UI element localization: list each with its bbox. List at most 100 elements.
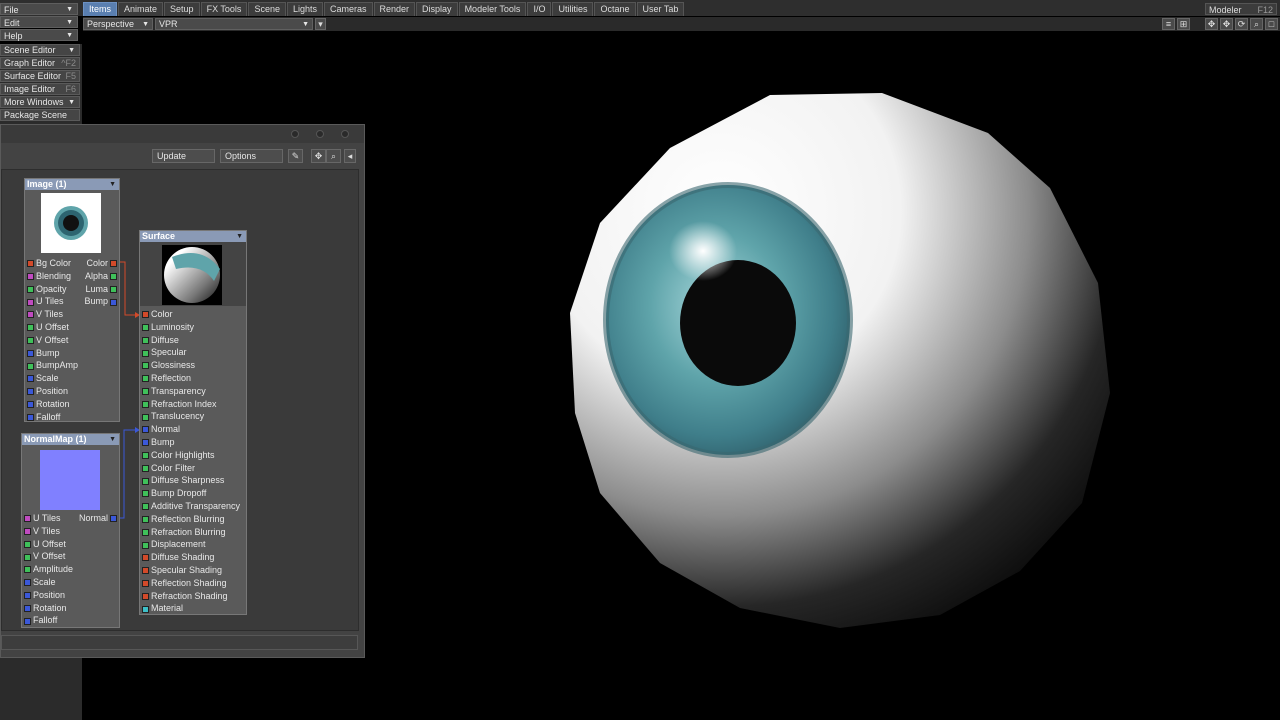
port-connector[interactable] bbox=[27, 324, 34, 332]
port-bump[interactable]: Bump bbox=[25, 347, 60, 359]
move-icon[interactable]: ✥ bbox=[1205, 18, 1218, 30]
port-connector[interactable] bbox=[110, 285, 117, 293]
port-connector[interactable] bbox=[110, 260, 117, 268]
port-connector[interactable] bbox=[27, 285, 34, 293]
port-u-offset[interactable]: U Offset bbox=[22, 538, 66, 550]
port-connector[interactable] bbox=[27, 349, 34, 357]
left-menu-package-scene[interactable]: Package Scene bbox=[0, 109, 80, 121]
port-connector[interactable] bbox=[27, 311, 34, 319]
port-connector[interactable] bbox=[110, 515, 117, 523]
port-specular[interactable]: Specular bbox=[140, 346, 187, 358]
port-u-tiles[interactable]: U Tiles bbox=[22, 512, 61, 524]
port-color[interactable]: Color bbox=[86, 257, 119, 269]
port-connector[interactable] bbox=[142, 336, 149, 344]
tab-cameras[interactable]: Cameras bbox=[324, 2, 373, 16]
zoom-icon[interactable]: ⌕ bbox=[1250, 18, 1263, 30]
port-rotation[interactable]: Rotation bbox=[25, 398, 70, 410]
port-connector[interactable] bbox=[27, 260, 34, 268]
port-u-offset[interactable]: U Offset bbox=[25, 321, 69, 333]
port-connector[interactable] bbox=[110, 298, 117, 306]
port-diffuse-shading[interactable]: Diffuse Shading bbox=[140, 551, 214, 563]
port-connector[interactable] bbox=[24, 604, 31, 612]
left-menu-surface-editor[interactable]: Surface Editor F5 bbox=[0, 70, 80, 82]
port-connector[interactable] bbox=[142, 605, 149, 613]
port-connector[interactable] bbox=[142, 400, 149, 408]
port-connector[interactable] bbox=[142, 349, 149, 357]
image-node[interactable]: Image (1) ▼ Bg Color Blending Opacity U Tile… bbox=[24, 178, 120, 422]
tab-octane[interactable]: Octane bbox=[594, 2, 636, 16]
port-connector[interactable] bbox=[142, 413, 149, 421]
tab-display[interactable]: Display bbox=[416, 2, 458, 16]
left-menu-scene-editor[interactable]: Scene Editor ▼ bbox=[0, 44, 80, 56]
port-connector[interactable] bbox=[27, 400, 34, 408]
port-connector[interactable] bbox=[142, 490, 149, 498]
port-refraction-blurring[interactable]: Refraction Blurring bbox=[140, 526, 226, 538]
update-button[interactable]: Update bbox=[152, 149, 215, 163]
port-connector[interactable] bbox=[142, 323, 149, 331]
port-position[interactable]: Position bbox=[25, 385, 68, 397]
tab-lights[interactable]: Lights bbox=[286, 2, 323, 16]
surface-node[interactable]: Surface ▼ Color Luminosity Diffuse Specu… bbox=[139, 230, 247, 615]
close-button[interactable] bbox=[341, 130, 349, 138]
port-reflection-shading[interactable]: Reflection Shading bbox=[140, 577, 227, 589]
port-color[interactable]: Color bbox=[140, 308, 173, 320]
port-connector[interactable] bbox=[142, 592, 149, 600]
port-connector[interactable] bbox=[142, 477, 149, 485]
surface-node-header[interactable]: Surface ▼ bbox=[140, 231, 246, 242]
render-mode-select[interactable]: VPR ▼ bbox=[155, 18, 313, 30]
edit-pen-icon[interactable]: ✎ bbox=[288, 149, 303, 163]
port-connector[interactable] bbox=[24, 515, 31, 523]
minimize-button[interactable] bbox=[291, 130, 299, 138]
tab-utilities[interactable]: Utilities bbox=[552, 2, 594, 16]
port-connector[interactable] bbox=[24, 617, 31, 625]
normalmap-node-header[interactable]: NormalMap (1) ▼ bbox=[22, 434, 119, 445]
port-connector[interactable] bbox=[27, 388, 34, 396]
move-alt-icon[interactable]: ✥ bbox=[1220, 18, 1233, 30]
port-reflection[interactable]: Reflection bbox=[140, 372, 191, 384]
port-normal[interactable]: Normal bbox=[79, 512, 119, 524]
port-color-filter[interactable]: Color Filter bbox=[140, 462, 195, 474]
tab-items[interactable]: Items bbox=[83, 2, 118, 16]
node-editor-titlebar[interactable] bbox=[1, 125, 364, 143]
port-falloff[interactable]: Falloff bbox=[22, 614, 57, 626]
port-connector[interactable] bbox=[24, 579, 31, 587]
left-menu-image-editor[interactable]: Image Editor F6 bbox=[0, 83, 80, 95]
move-icon[interactable]: ✥ bbox=[311, 149, 326, 163]
port-alpha[interactable]: Alpha bbox=[85, 270, 119, 282]
port-v-offset[interactable]: V Offset bbox=[22, 550, 65, 562]
maximize-button[interactable] bbox=[316, 130, 324, 138]
port-displacement[interactable]: Displacement bbox=[140, 538, 206, 550]
port-connector[interactable] bbox=[142, 579, 149, 587]
port-connector[interactable] bbox=[27, 336, 34, 344]
port-connector[interactable] bbox=[27, 362, 34, 370]
tab-scene[interactable]: Scene bbox=[248, 2, 286, 16]
port-color-highlights[interactable]: Color Highlights bbox=[140, 449, 215, 461]
port-luma[interactable]: Luma bbox=[85, 283, 119, 295]
port-connector[interactable] bbox=[24, 591, 31, 599]
port-bumpamp[interactable]: BumpAmp bbox=[25, 359, 78, 371]
port-rotation[interactable]: Rotation bbox=[22, 602, 67, 614]
left-menu-more-windows[interactable]: More Windows ▼ bbox=[0, 96, 80, 108]
port-connector[interactable] bbox=[27, 272, 34, 280]
port-falloff[interactable]: Falloff bbox=[25, 411, 60, 423]
port-connector[interactable] bbox=[142, 362, 149, 370]
port-glossiness[interactable]: Glossiness bbox=[140, 359, 195, 371]
port-u-tiles[interactable]: U Tiles bbox=[25, 295, 64, 307]
tab-user-tab[interactable]: User Tab bbox=[636, 2, 685, 16]
port-connector[interactable] bbox=[24, 566, 31, 574]
help-menu[interactable]: Help ▼ bbox=[0, 29, 78, 41]
list-icon[interactable]: ≡ bbox=[1162, 18, 1175, 30]
port-scale[interactable]: Scale bbox=[22, 576, 56, 588]
port-v-tiles[interactable]: V Tiles bbox=[22, 525, 60, 537]
port-amplitude[interactable]: Amplitude bbox=[22, 563, 73, 575]
viewport-options-icon[interactable]: ▾ bbox=[315, 18, 326, 30]
port-connector[interactable] bbox=[24, 553, 31, 561]
port-connector[interactable] bbox=[142, 528, 149, 536]
port-translucency[interactable]: Translucency bbox=[140, 410, 204, 422]
port-bump[interactable]: Bump bbox=[84, 295, 119, 307]
port-connector[interactable] bbox=[110, 272, 117, 280]
tab-setup[interactable]: Setup bbox=[164, 2, 200, 16]
port-connector[interactable] bbox=[142, 554, 149, 562]
port-v-offset[interactable]: V Offset bbox=[25, 334, 68, 346]
port-connector[interactable] bbox=[24, 527, 31, 535]
